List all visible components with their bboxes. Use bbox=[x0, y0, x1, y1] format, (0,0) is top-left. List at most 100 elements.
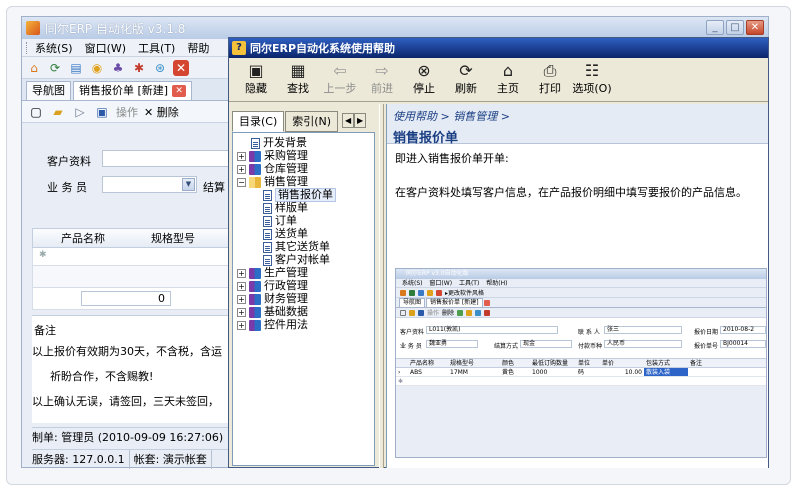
tree-item-sales[interactable]: − 销售管理 bbox=[237, 176, 308, 188]
content-paragraph-1: 即进入销售报价单开单: bbox=[395, 152, 509, 165]
table-row[interactable]: ✱ bbox=[32, 248, 232, 266]
tab-index[interactable]: 索引(N) bbox=[285, 111, 339, 132]
save-icon[interactable]: ▣ bbox=[94, 104, 110, 120]
tools-icon[interactable]: ✱ bbox=[131, 60, 147, 76]
shot-currency-value: 人民币 bbox=[604, 340, 682, 348]
tree-item-controls[interactable]: + 控件用法 bbox=[237, 319, 308, 331]
help-icon: ? bbox=[232, 41, 246, 55]
minimize-button[interactable]: _ bbox=[706, 20, 724, 35]
open-folder-icon[interactable]: ▰ bbox=[50, 104, 66, 120]
tree-label: 基础数据 bbox=[264, 305, 308, 318]
shot-contact-value: 张三 bbox=[604, 326, 682, 334]
hide-label: 隐藏 bbox=[245, 82, 267, 95]
status-bar: 服务器: 127.0.0.1 帐套: 演示帐套 bbox=[32, 449, 232, 469]
scroll-left-icon[interactable]: ◀ bbox=[342, 113, 355, 128]
operations-menu[interactable]: 操作 bbox=[116, 104, 138, 120]
menu-window[interactable]: 窗口(W) bbox=[85, 40, 126, 56]
tree-item-background[interactable]: 开发背景 bbox=[251, 137, 307, 149]
col-product-name[interactable]: 产品名称 bbox=[61, 230, 151, 246]
salesman-select[interactable]: ▼ bbox=[102, 176, 197, 193]
col-spec[interactable]: 规格型号 bbox=[151, 230, 195, 246]
shot-row-arrow-icon: › bbox=[398, 369, 401, 376]
expand-icon[interactable]: + bbox=[237, 151, 246, 161]
refresh-icon[interactable]: ⟳ bbox=[47, 60, 63, 76]
help-window: ? 同尔ERP自动化系统使用帮助 ▣ 隐藏 ▦ 查找 ⇦ 上一步 ⇨ 前进 ⊗ 停止 ⟳ 刷… bbox=[228, 37, 769, 468]
close-button[interactable]: ✕ bbox=[746, 20, 764, 35]
delete-button[interactable]: ✕ 删除 bbox=[144, 104, 179, 120]
shot-menu-item: 帮助(H) bbox=[486, 280, 508, 287]
nav-tab-strip: 目录(C) 索引(N) ◀ ▶ bbox=[232, 111, 367, 132]
shot-cell: 17MM bbox=[450, 369, 468, 376]
menu-help[interactable]: 帮助 bbox=[187, 40, 209, 56]
tree-item-order[interactable]: 订单 bbox=[263, 215, 297, 227]
tree-item-purchase[interactable]: + 采购管理 bbox=[237, 150, 308, 162]
expand-icon[interactable]: + bbox=[237, 164, 246, 174]
tab-contents[interactable]: 目录(C) bbox=[232, 111, 285, 132]
tab-close-icon[interactable]: ✕ bbox=[172, 85, 187, 97]
book-icon bbox=[249, 163, 261, 175]
tree-item-basic-data[interactable]: + 基础数据 bbox=[237, 306, 308, 318]
shot-date-value: 2010-08-2 bbox=[720, 326, 766, 334]
shot-toolbar: ▸更改软件风格 bbox=[396, 288, 766, 298]
users-icon[interactable]: ♣ bbox=[110, 60, 126, 76]
home-button[interactable]: ⌂ 主页 bbox=[487, 62, 529, 96]
print-button[interactable]: ⎙ 打印 bbox=[529, 62, 571, 96]
tree-item-warehouse[interactable]: + 仓库管理 bbox=[237, 163, 308, 175]
menu-system[interactable]: 系统(S) bbox=[35, 40, 73, 56]
exit-icon[interactable]: ✕ bbox=[173, 59, 189, 76]
shot-contact-label: 联 系 人 bbox=[578, 329, 600, 336]
shot-doc-toolbar: 操作 删除 bbox=[396, 308, 766, 318]
shot-switch-label: 更改软件风格 bbox=[448, 290, 485, 297]
page-icon bbox=[263, 189, 272, 201]
tree-item-finance[interactable]: + 财务管理 bbox=[237, 293, 308, 305]
new-document-icon[interactable]: ▢ bbox=[28, 104, 44, 120]
app-logo-icon bbox=[26, 21, 40, 35]
pane-splitter[interactable] bbox=[379, 104, 384, 468]
breadcrumb[interactable]: 使用帮助 > 销售管理 > bbox=[393, 108, 762, 124]
customer-input[interactable] bbox=[102, 150, 232, 167]
shot-tool-icon bbox=[457, 309, 464, 316]
tree-item-production[interactable]: + 生产管理 bbox=[237, 267, 308, 279]
back-button[interactable]: ⇦ 上一步 bbox=[319, 62, 361, 96]
home-icon[interactable]: ⌂ bbox=[26, 60, 42, 76]
expand-icon[interactable]: + bbox=[237, 320, 246, 330]
stop-icon: ⊗ bbox=[417, 61, 431, 80]
tree-label: 生产管理 bbox=[264, 266, 308, 279]
hide-button[interactable]: ▣ 隐藏 bbox=[235, 62, 277, 96]
tree-label: 其它送货单 bbox=[275, 240, 330, 253]
module-icon[interactable]: ▤ bbox=[68, 60, 84, 76]
chevron-down-icon[interactable]: ▼ bbox=[182, 178, 195, 191]
expand-icon[interactable]: + bbox=[237, 268, 246, 278]
menu-tools[interactable]: 工具(T) bbox=[138, 40, 175, 56]
refresh-icon: ⟳ bbox=[459, 61, 473, 80]
stop-button[interactable]: ⊗ 停止 bbox=[403, 62, 445, 96]
erp-title-bar: 同尔ERP 自动化版 v3.1.8 _ □ ✕ bbox=[22, 17, 768, 39]
collapse-icon[interactable]: − bbox=[237, 177, 246, 187]
notes-panel[interactable]: 备注 以上报价有效期为30天，不含税，含运 祈盼合作，不含赐教! 以上确认无误，… bbox=[32, 315, 232, 423]
tree-item-sales-quote[interactable]: 销售报价单 bbox=[263, 188, 336, 202]
expand-icon[interactable]: + bbox=[237, 294, 246, 304]
shot-col: 单位 bbox=[578, 360, 591, 367]
preview-icon[interactable]: ▷ bbox=[72, 104, 88, 120]
tree-item-sample[interactable]: 样版单 bbox=[263, 202, 308, 214]
tree-item-delivery[interactable]: 送货单 bbox=[263, 228, 308, 240]
tree-item-statement[interactable]: 客户对帐单 bbox=[263, 254, 330, 266]
network-icon[interactable]: ⊛ bbox=[152, 60, 168, 76]
tree-item-other-delivery[interactable]: 其它送货单 bbox=[263, 241, 330, 253]
options-button[interactable]: ☷ 选项(O) bbox=[571, 62, 613, 96]
forward-button[interactable]: ⇨ 前进 bbox=[361, 62, 403, 96]
tab-navigation[interactable]: 导航图 bbox=[26, 81, 71, 100]
refresh-button[interactable]: ⟳ 刷新 bbox=[445, 62, 487, 96]
book-icon bbox=[249, 280, 261, 292]
expand-icon[interactable]: + bbox=[237, 307, 246, 317]
settle-label: 结算 bbox=[203, 181, 225, 194]
globe-icon[interactable]: ◉ bbox=[89, 60, 105, 76]
tree-item-admin[interactable]: + 行政管理 bbox=[237, 280, 308, 292]
expand-icon[interactable]: + bbox=[237, 281, 246, 291]
shot-cell: 黄色 bbox=[502, 369, 515, 376]
find-button[interactable]: ▦ 查找 bbox=[277, 62, 319, 96]
scroll-right-icon[interactable]: ▶ bbox=[354, 113, 367, 128]
tab-sales-quote[interactable]: 销售报价单 [新建] ✕ bbox=[73, 81, 193, 100]
tab-navigation-label: 导航图 bbox=[32, 84, 65, 97]
maximize-button[interactable]: □ bbox=[726, 20, 744, 35]
